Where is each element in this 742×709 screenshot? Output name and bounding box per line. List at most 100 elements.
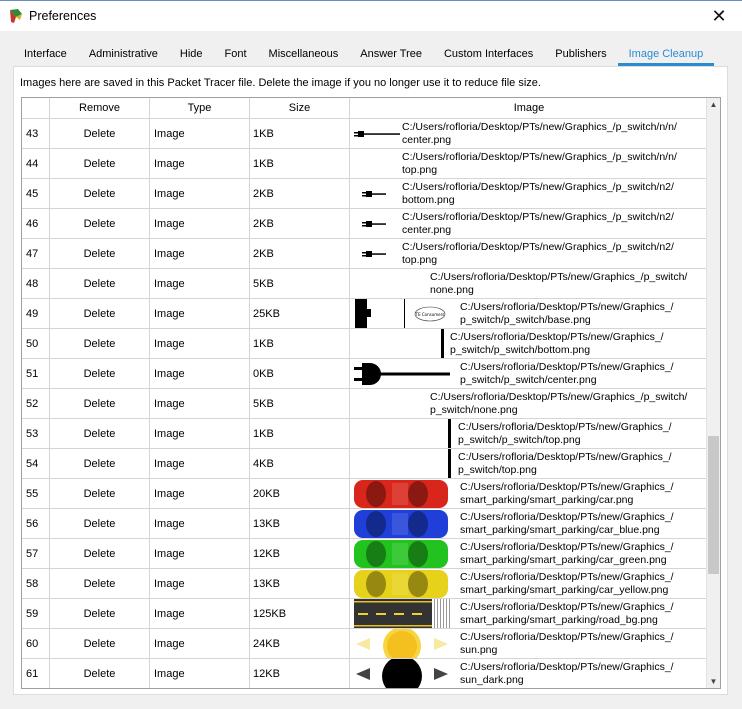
row-index: 59 <box>22 599 50 629</box>
table-row[interactable]: 60 Delete Image 24KB C:/Users/rofloria/Deskt… <box>22 629 708 659</box>
image-thumbnail <box>440 329 448 358</box>
delete-button[interactable]: Delete <box>50 419 150 449</box>
delete-button[interactable]: Delete <box>50 239 150 269</box>
image-path-line2: p_switch/p_switch/base.png <box>460 314 591 326</box>
image-thumbnail <box>447 449 455 478</box>
table-row[interactable]: 48 Delete Image 5KB C:/Users/rofloria/Deskto… <box>22 269 708 299</box>
table-row[interactable]: 58 Delete Image 13KB C:/Users/rofloria/Deskt… <box>22 569 708 599</box>
image-thumbnail <box>352 629 452 658</box>
delete-button[interactable]: Delete <box>50 209 150 239</box>
table-row[interactable]: 51 Delete Image 0KB C:/Users/rofloria/Deskto… <box>22 359 708 389</box>
scrollbar-thumb[interactable] <box>708 436 719 574</box>
image-path-line1: C:/Users/rofloria/Desktop/PTs/new/Graphi… <box>460 481 674 493</box>
delete-button[interactable]: Delete <box>50 389 150 419</box>
table-row[interactable]: 56 Delete Image 13KB C:/Users/rofloria/Deskt… <box>22 509 708 539</box>
tab-publishers[interactable]: Publishers <box>544 44 617 64</box>
tab-bar: Interface Administrative Hide Font Miscellan… <box>13 44 715 66</box>
table-row[interactable]: 55 Delete Image 20KB C:/Users/rofloria/Deskt… <box>22 479 708 509</box>
image-cell: C:/Users/rofloria/Desktop/PTs/new/Graphi… <box>350 569 708 599</box>
scroll-up-icon[interactable]: ▲ <box>707 98 720 111</box>
size-cell: 24KB <box>250 629 350 659</box>
image-thumbnail <box>352 569 450 598</box>
tab-hide[interactable]: Hide <box>169 44 214 64</box>
delete-button[interactable]: Delete <box>50 149 150 179</box>
delete-button[interactable]: Delete <box>50 509 150 539</box>
vertical-scrollbar[interactable]: ▲ ▼ <box>706 98 720 688</box>
delete-button[interactable]: Delete <box>50 329 150 359</box>
close-button[interactable]: ✕ <box>696 1 742 31</box>
image-cell: C:/Users/rofloria/Desktop/PTs/new/Graphi… <box>350 359 708 389</box>
table-row[interactable]: 54 Delete Image 4KB C:/Users/rofloria/Deskto… <box>22 449 708 479</box>
image-path: C:/Users/rofloria/Desktop/PTs/new/Graphi… <box>460 541 674 567</box>
table-header: Remove Type Size Image <box>22 98 708 119</box>
image-path-line1: C:/Users/rofloria/Desktop/PTs/new/Graphi… <box>460 661 674 673</box>
delete-button[interactable]: Delete <box>50 629 150 659</box>
delete-button[interactable]: Delete <box>50 659 150 688</box>
size-cell: 1KB <box>250 149 350 179</box>
table-row[interactable]: 61 Delete Image 12KB C:/Users/rofloria/Deskt… <box>22 659 708 688</box>
header-remove[interactable]: Remove <box>50 98 150 118</box>
table-row[interactable]: 52 Delete Image 5KB C:/Users/rofloria/Deskto… <box>22 389 708 419</box>
delete-button[interactable]: Delete <box>50 479 150 509</box>
delete-button[interactable]: Delete <box>50 599 150 629</box>
image-cell: C:/Users/rofloria/Desktop/PTs/new/Graphi… <box>350 179 708 209</box>
table-row[interactable]: 53 Delete Image 1KB C:/Users/rofloria/Deskto… <box>22 419 708 449</box>
table-row[interactable]: 45 Delete Image 2KB C:/Users/rofloria/Deskto… <box>22 179 708 209</box>
image-path-line1: C:/Users/rofloria/Desktop/PTs/new/Graphi… <box>402 181 674 193</box>
delete-button[interactable]: Delete <box>50 179 150 209</box>
delete-button[interactable]: Delete <box>50 299 150 329</box>
tab-image-cleanup[interactable]: Image Cleanup <box>617 44 715 66</box>
table-row[interactable]: 43 Delete Image 1KB C:/Users/rofloria/Deskto… <box>22 119 708 149</box>
image-path-line1: C:/Users/rofloria/Desktop/PTs/new/Graphi… <box>460 361 674 373</box>
tab-custom-interfaces[interactable]: Custom Interfaces <box>433 44 544 64</box>
type-cell: Image <box>150 449 250 479</box>
type-cell: Image <box>150 179 250 209</box>
table-row[interactable]: 49 Delete Image 25KB TE Consumers C:/Users/ro… <box>22 299 708 329</box>
image-path-line1: C:/Users/rofloria/Desktop/PTs/new/Graphi… <box>402 241 674 253</box>
row-index: 49 <box>22 299 50 329</box>
type-cell: Image <box>150 419 250 449</box>
header-image[interactable]: Image <box>350 98 708 118</box>
table-row[interactable]: 47 Delete Image 2KB C:/Users/rofloria/Deskto… <box>22 239 708 269</box>
delete-button[interactable]: Delete <box>50 119 150 149</box>
description-text: Images here are saved in this Packet Tra… <box>20 77 541 89</box>
header-index <box>22 98 50 118</box>
image-path-line1: C:/Users/rofloria/Desktop/PTs/new/Graphi… <box>460 511 674 523</box>
image-path-line2: p_switch/none.png <box>430 404 518 416</box>
image-path-line2: center.png <box>402 134 452 146</box>
table-row[interactable]: 46 Delete Image 2KB C:/Users/rofloria/Deskto… <box>22 209 708 239</box>
delete-button[interactable]: Delete <box>50 539 150 569</box>
tab-font[interactable]: Font <box>214 44 258 64</box>
image-path-line2: smart_parking/smart_parking/car_green.pn… <box>460 554 667 566</box>
size-cell: 12KB <box>250 659 350 688</box>
table-row[interactable]: 57 Delete Image 12KB C:/Users/rofloria/Deskt… <box>22 539 708 569</box>
image-cell: C:/Users/rofloria/Desktop/PTs/new/Graphi… <box>350 149 708 179</box>
type-cell: Image <box>150 299 250 329</box>
row-index: 52 <box>22 389 50 419</box>
row-index: 48 <box>22 269 50 299</box>
size-cell: 4KB <box>250 449 350 479</box>
table-row[interactable]: 59 Delete Image 125KB C:/Users/rofloria/Desk… <box>22 599 708 629</box>
table-row[interactable]: 44 Delete Image 1KB C:/Users/rofloria/Deskto… <box>22 149 708 179</box>
tab-miscellaneous[interactable]: Miscellaneous <box>258 44 350 64</box>
tab-administrative[interactable]: Administrative <box>78 44 169 64</box>
delete-button[interactable]: Delete <box>50 359 150 389</box>
image-cell: C:/Users/rofloria/Desktop/PTs/new/Graphi… <box>350 449 708 479</box>
image-path-line2: p_switch/p_switch/top.png <box>458 434 581 446</box>
tab-answer-tree[interactable]: Answer Tree <box>349 44 433 64</box>
delete-button[interactable]: Delete <box>50 269 150 299</box>
dialog-body: Interface Administrative Hide Font Miscellan… <box>0 31 742 709</box>
image-path: C:/Users/rofloria/Desktop/PTs/new/Graphi… <box>402 121 677 147</box>
type-cell: Image <box>150 659 250 688</box>
delete-button[interactable]: Delete <box>50 569 150 599</box>
type-cell: Image <box>150 599 250 629</box>
table-row[interactable]: 50 Delete Image 1KB C:/Users/rofloria/Deskto… <box>22 329 708 359</box>
image-path-line2: smart_parking/smart_parking/road_bg.png <box>460 614 658 626</box>
scroll-down-icon[interactable]: ▼ <box>707 675 720 688</box>
delete-button[interactable]: Delete <box>50 449 150 479</box>
image-cell: C:/Users/rofloria/Desktop/PTs/new/Graphi… <box>350 629 708 659</box>
header-size[interactable]: Size <box>250 98 350 118</box>
image-path: C:/Users/rofloria/Desktop/PTs/new/Graphi… <box>460 661 674 687</box>
tab-interface[interactable]: Interface <box>13 44 78 64</box>
header-type[interactable]: Type <box>150 98 250 118</box>
